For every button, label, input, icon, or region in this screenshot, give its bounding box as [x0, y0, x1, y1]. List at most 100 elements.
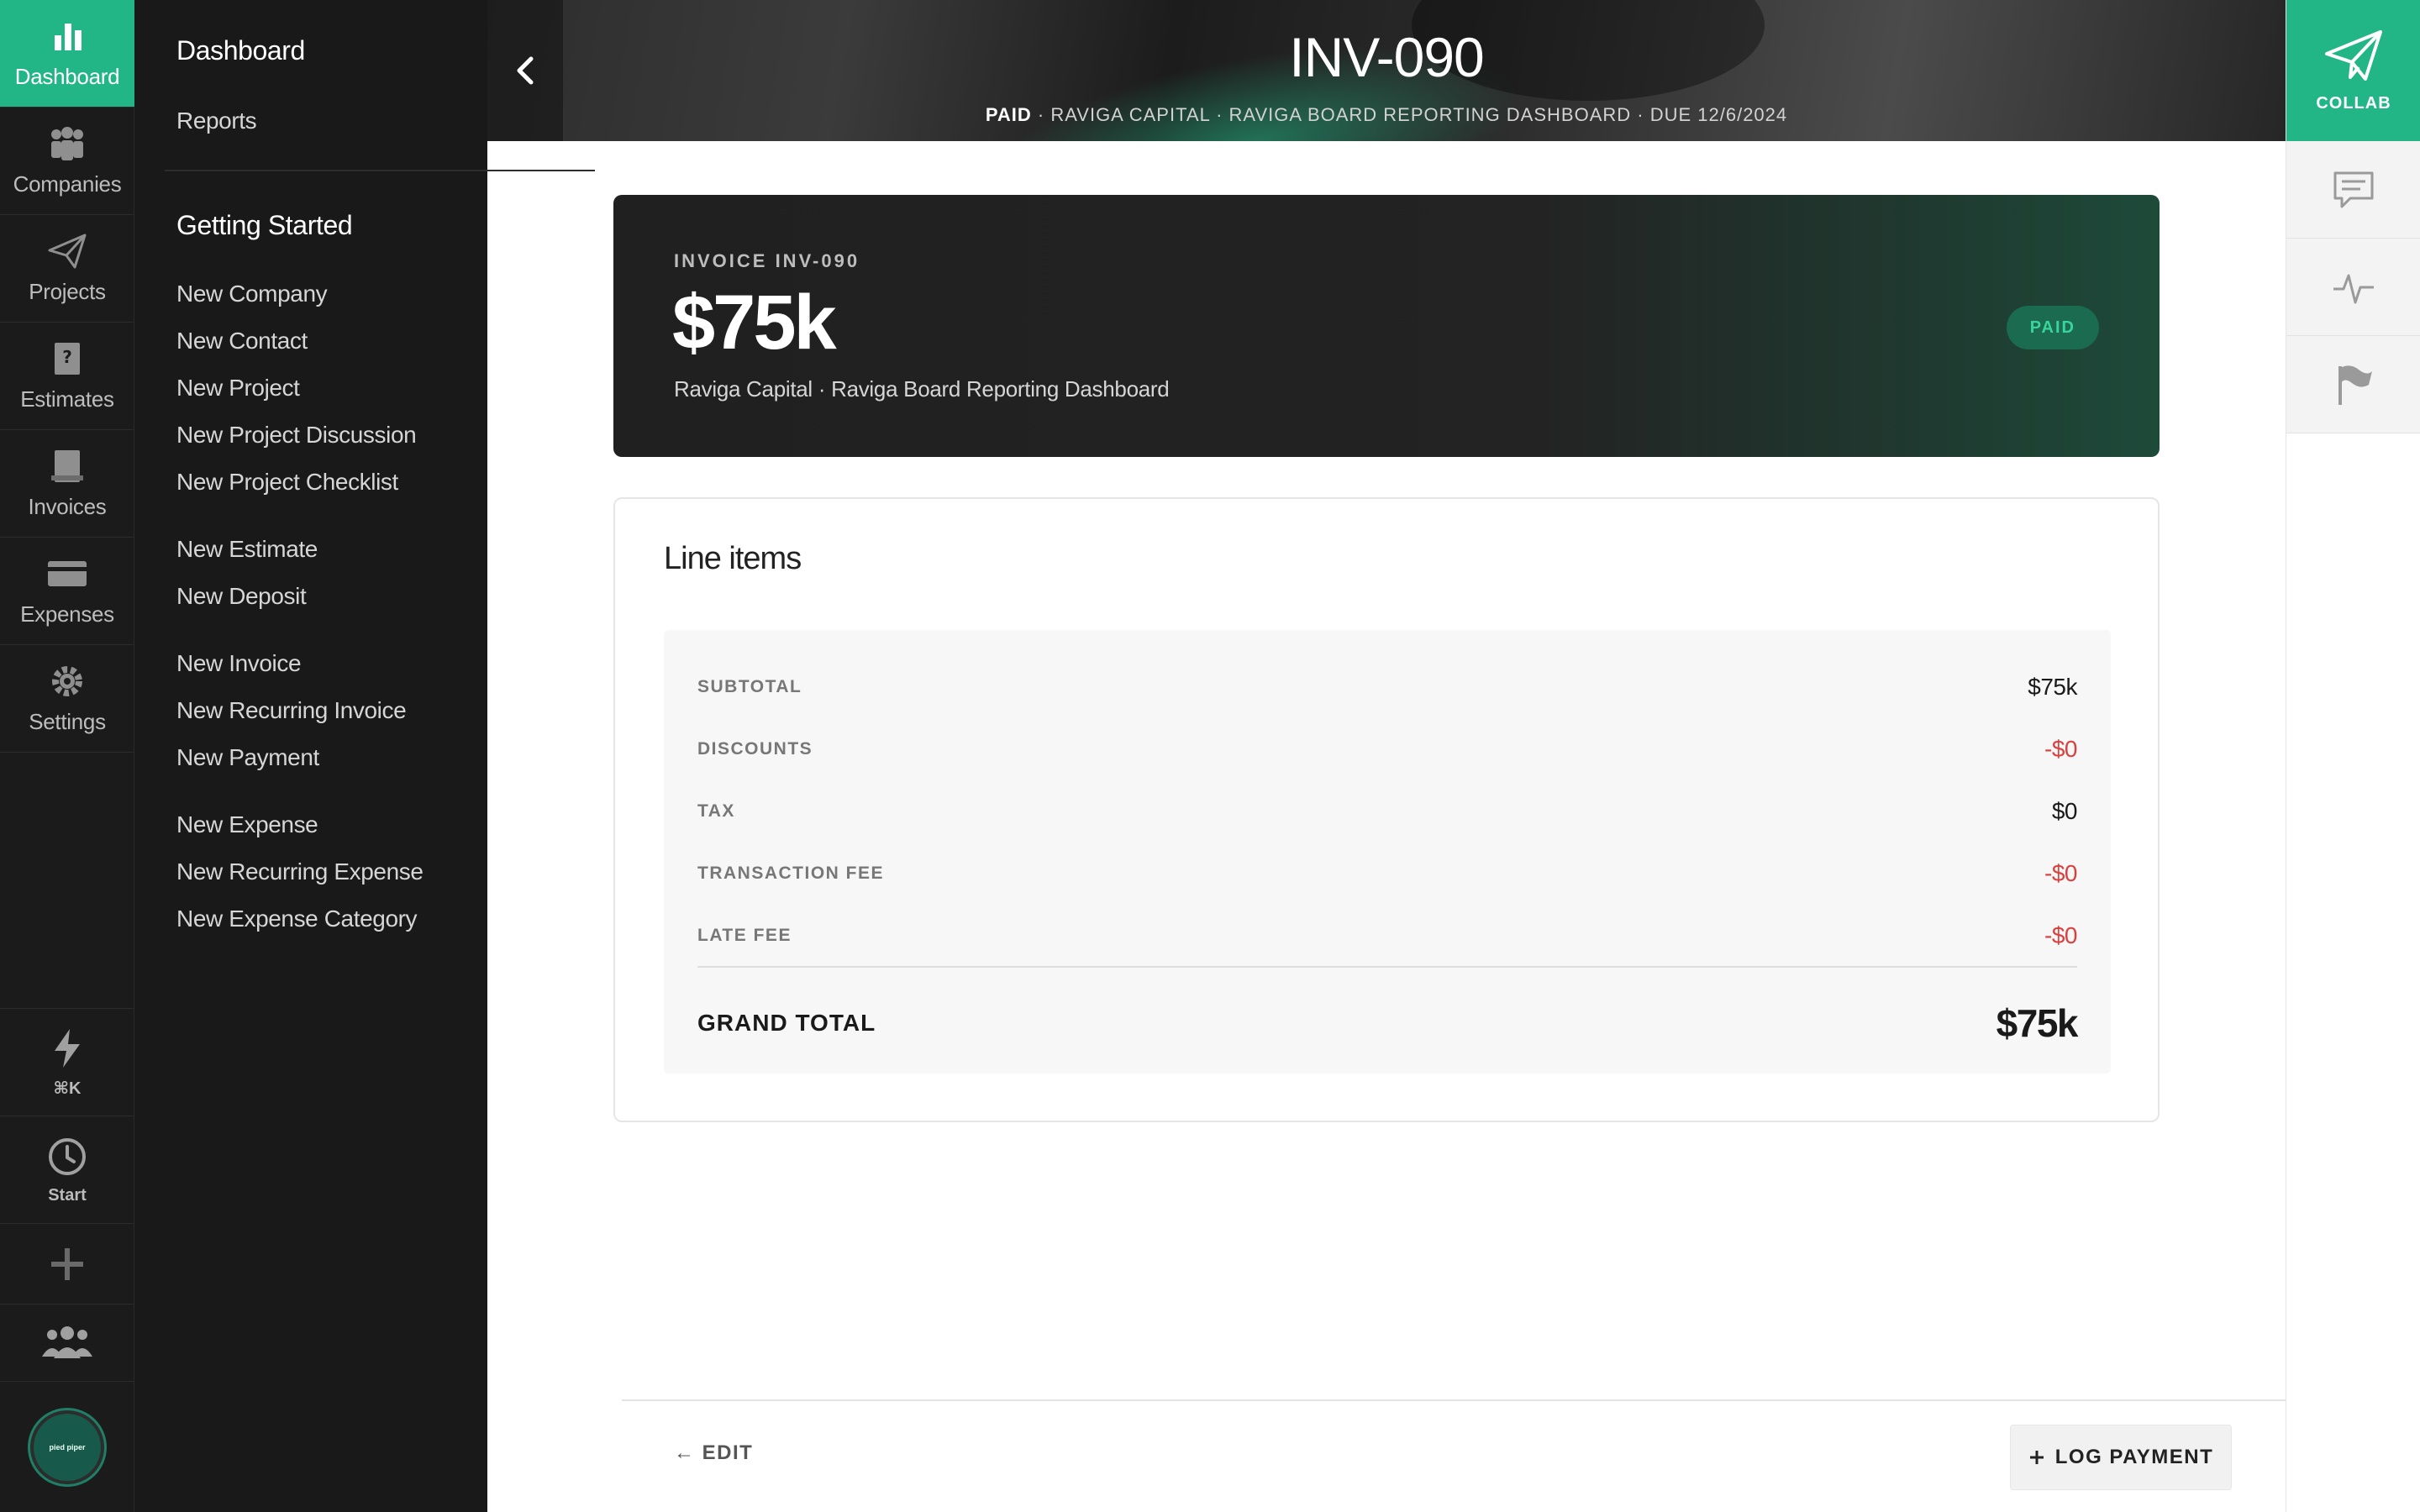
grand-total-label: GRAND TOTAL [697, 1010, 876, 1036]
menu-link-new-deposit[interactable]: New Deposit [176, 583, 307, 610]
rail-item-companies[interactable]: Companies [0, 108, 134, 215]
rail-item-dashboard[interactable]: Dashboard [0, 0, 134, 108]
menu-link-new-project-checklist[interactable]: New Project Checklist [176, 469, 398, 496]
menu-link-new-recurring-expense[interactable]: New Recurring Expense [176, 858, 424, 885]
plus-icon [51, 1247, 83, 1280]
rail-label: Companies [13, 171, 122, 197]
grand-total-value: $75k [1996, 1001, 2079, 1045]
bar-chart-icon [55, 24, 82, 50]
gear-icon [52, 666, 82, 696]
rail-label: Invoices [28, 494, 107, 519]
line-item-label: LATE FEE [697, 926, 792, 945]
line-item-value: -$0 [2044, 922, 2077, 948]
start-timer-button[interactable]: Start [0, 1116, 134, 1223]
line-item-row: TAX $0 [697, 786, 2078, 837]
menu-link-new-estimate[interactable]: New Estimate [176, 536, 318, 563]
collab-button[interactable]: COLLAB [2286, 0, 2420, 141]
team-button[interactable] [0, 1304, 134, 1381]
svg-text:?: ? [62, 347, 72, 367]
invoice-summary-card: INVOICE INV-090 $75k Raviga Capital · Ra… [613, 195, 2160, 457]
rail-label: Dashboard [14, 64, 120, 89]
page-header: INV-090 PAID · RAVIGA CAPITAL · RAVIGA B… [487, 0, 2286, 141]
menu-link-new-payment[interactable]: New Payment [176, 744, 319, 771]
section-heading-getting-started: Getting Started [176, 210, 353, 240]
menu-link-new-project-discussion[interactable]: New Project Discussion [176, 422, 417, 449]
line-items-title: Line items [664, 541, 802, 576]
line-item-row: DISCOUNTS -$0 [697, 724, 2077, 774]
quick-actions-button[interactable]: ⌘K [0, 1008, 134, 1116]
lightning-icon [55, 1029, 80, 1068]
rail-label: Expenses [20, 601, 114, 627]
rail-label: Settings [29, 709, 106, 734]
menu-link-new-invoice[interactable]: New Invoice [176, 650, 302, 677]
total-divider [697, 966, 2077, 968]
rail-item-invoices[interactable]: Invoices [0, 430, 134, 538]
invoice-icon [51, 450, 83, 482]
edit-button[interactable]: ← EDIT [674, 1441, 753, 1465]
team-icon [42, 1326, 92, 1358]
credit-card-icon [48, 561, 87, 586]
avatar-text: pied piper [49, 1442, 86, 1452]
rail-item-settings[interactable]: Settings [0, 645, 134, 753]
status-badge: PAID [2006, 306, 2099, 349]
line-item-row: SUBTOTAL $75k [697, 662, 2077, 712]
line-item-value: -$0 [2044, 736, 2077, 762]
line-item-label: DISCOUNTS [697, 739, 813, 759]
invoice-label: INVOICE INV-090 [674, 250, 860, 271]
rail-item-estimates[interactable]: ? Estimates [0, 323, 134, 430]
chat-bubble-icon [2333, 171, 2374, 207]
log-payment-button[interactable]: LOG PAYMENT [2010, 1425, 2232, 1490]
rail-item-projects[interactable]: Projects [0, 215, 134, 323]
menu-link-new-company[interactable]: New Company [176, 281, 328, 307]
line-item-row: TRANSACTION FEE -$0 [697, 848, 2077, 899]
menu-link-new-contact[interactable]: New Contact [176, 328, 308, 354]
flag-button[interactable] [2286, 336, 2420, 433]
line-item-value: -$0 [2044, 860, 2077, 886]
people-icon [51, 127, 83, 160]
activity-button[interactable] [2286, 239, 2420, 336]
line-items-card: Line items SUBTOTAL $75k DISCOUNTS -$0 T… [613, 497, 2160, 1122]
shortcut-label: ⌘K [53, 1079, 82, 1098]
page-title: INV-090 [1289, 26, 1484, 88]
invoice-amount: $75k [672, 280, 837, 365]
comments-button[interactable] [2286, 141, 2420, 239]
paper-plane-icon [2325, 29, 2382, 81]
line-item-label: SUBTOTAL [697, 677, 802, 696]
estimate-icon: ? [55, 343, 80, 375]
log-payment-label: LOG PAYMENT [2054, 1446, 2214, 1468]
plus-icon [2029, 1451, 2044, 1464]
menu-link-new-recurring-invoice[interactable]: New Recurring Invoice [176, 697, 407, 724]
clock-icon [49, 1138, 86, 1175]
primary-rail: Dashboard Companies Projects ? Estimates… [0, 0, 134, 1512]
line-item-row: LATE FEE -$0 [697, 911, 2077, 961]
line-item-value: $75k [2028, 674, 2077, 700]
line-item-value: $0 [2051, 798, 2078, 824]
grand-total-row: GRAND TOTAL $75k [697, 990, 2079, 1057]
paper-plane-icon [48, 234, 87, 269]
rail-label: Estimates [20, 386, 114, 412]
rail-label: Projects [29, 279, 106, 304]
avatar[interactable]: pied piper [30, 1410, 104, 1484]
page-subtitle: PAID · RAVIGA CAPITAL · RAVIGA BOARD REP… [487, 104, 2286, 126]
subtitle-details: · RAVIGA CAPITAL · RAVIGA BOARD REPORTIN… [1031, 104, 1788, 125]
line-item-label: TRANSACTION FEE [697, 864, 884, 883]
status-text: PAID [985, 104, 1032, 125]
menu-link-dashboard[interactable]: Dashboard [176, 35, 305, 66]
menu-link-new-expense[interactable]: New Expense [176, 811, 318, 838]
menu-link-new-project[interactable]: New Project [176, 375, 300, 402]
footer-divider [622, 1399, 2286, 1401]
invoice-description: Raviga Capital · Raviga Board Reporting … [674, 376, 1170, 402]
add-button[interactable] [0, 1223, 134, 1304]
menu-link-new-expense-category[interactable]: New Expense Category [176, 906, 418, 932]
secondary-menu: Dashboard Reports Getting Started New Co… [134, 0, 595, 1512]
user-menu[interactable]: pied piper [0, 1381, 134, 1512]
line-items-table: SUBTOTAL $75k DISCOUNTS -$0 TAX $0 TRANS… [664, 630, 2111, 1074]
menu-link-reports[interactable]: Reports [176, 108, 257, 134]
flag-icon [2338, 365, 2372, 405]
collab-label: COLLAB [2316, 93, 2391, 113]
collab-rail: COLLAB [2286, 0, 2420, 1512]
pulse-icon [2333, 274, 2374, 303]
line-item-label: TAX [697, 801, 735, 821]
rail-item-expenses[interactable]: Expenses [0, 538, 134, 645]
menu-divider [165, 170, 595, 171]
